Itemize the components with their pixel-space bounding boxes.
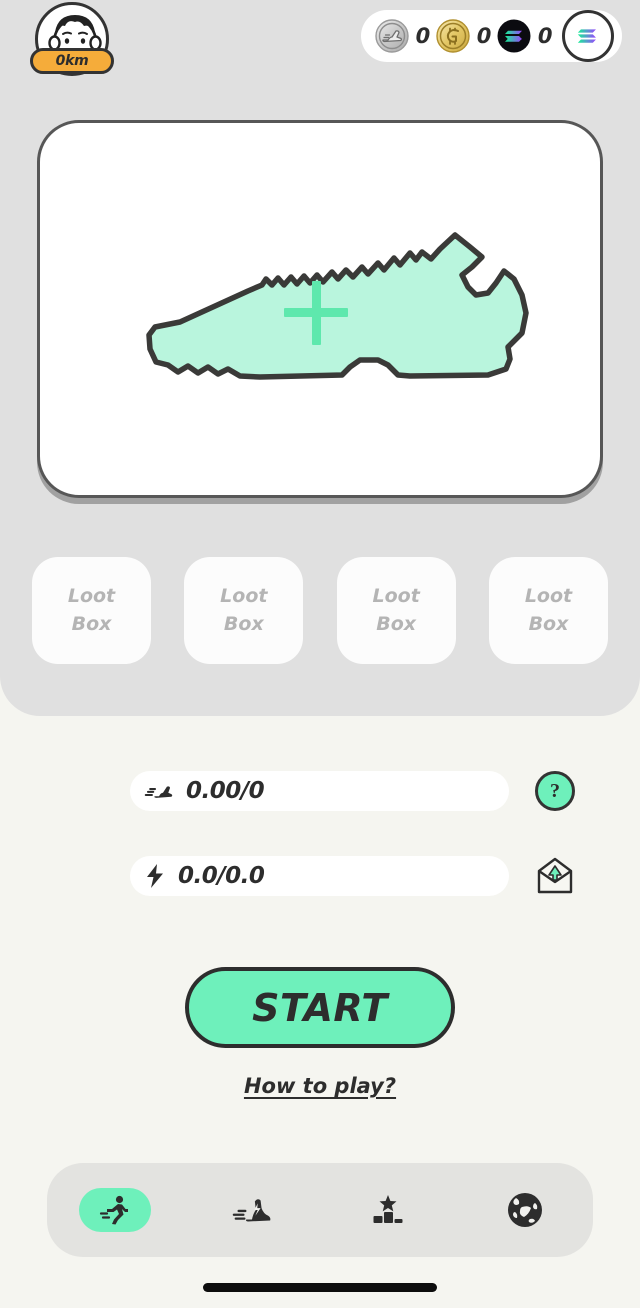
home-indicator	[203, 1283, 437, 1292]
header: 0km 0 0 0	[0, 0, 640, 88]
lootbox-row: Loot Box Loot Box Loot Box Loot Box	[32, 557, 608, 664]
lootbox-label-line1: Loot	[220, 584, 268, 607]
nav-item-leaderboard[interactable]	[320, 1163, 457, 1257]
globe-icon	[507, 1193, 542, 1227]
currency-shoe-value: 0	[415, 24, 431, 48]
energy-value: 0.0/0.0	[178, 863, 265, 889]
nav-item-sneakers[interactable]	[184, 1163, 321, 1257]
top-panel: 0km 0 0 0 Loot Box Loot Box Loot Box Loo…	[0, 0, 640, 716]
steps-stat-row: 0.00/0 ?	[0, 770, 640, 812]
steps-value: 0.00/0	[186, 778, 265, 804]
currency-gold-value: 0	[476, 24, 492, 48]
sneaker-slot-card[interactable]	[37, 120, 603, 498]
lootbox-label-line1: Loot	[67, 584, 116, 607]
nav-pill	[489, 1188, 561, 1232]
running-person-icon	[100, 1195, 129, 1225]
nav-item-run[interactable]	[47, 1163, 184, 1257]
lootbox-slot-2[interactable]: Loot Box	[184, 557, 304, 664]
open-envelope-icon	[537, 857, 573, 894]
how-to-play-link[interactable]: How to play?	[0, 1074, 640, 1098]
lightning-bolt-icon	[147, 864, 163, 888]
mail-button[interactable]	[530, 851, 580, 901]
lootbox-label-line2: Box	[528, 612, 569, 635]
lootbox-slot-4[interactable]: Loot Box	[488, 557, 608, 664]
nav-item-world[interactable]	[457, 1163, 594, 1257]
lootbox-label-line1: Loot	[372, 584, 420, 607]
sneaker-outline-icon	[110, 209, 530, 409]
currency-gold-token[interactable]: 0	[436, 19, 491, 53]
currency-bar: 0 0 0	[360, 10, 622, 62]
lootbox-slot-1[interactable]: Loot Box	[32, 557, 151, 664]
lootbox-label-line2: Box	[376, 612, 417, 635]
currency-shoe-token[interactable]: 0	[374, 19, 431, 53]
podium-star-icon	[373, 1195, 403, 1223]
currency-solana-token[interactable]: 0	[497, 19, 553, 53]
bottom-nav	[47, 1163, 593, 1257]
wallet-button[interactable]	[562, 10, 614, 62]
nav-pill	[216, 1188, 288, 1232]
lootbox-slot-3[interactable]: Loot Box	[336, 557, 456, 664]
lootbox-label-line1: Loot	[524, 584, 573, 607]
gold-coin-icon	[436, 19, 470, 53]
lootbox-label-line2: Box	[71, 612, 112, 635]
steps-pill[interactable]: 0.00/0	[130, 771, 509, 811]
energy-pill[interactable]: 0.0/0.0	[130, 856, 509, 896]
energy-stat-row: 0.0/0.0	[0, 855, 640, 897]
silver-shoe-coin-icon	[374, 19, 409, 53]
solana-logo-icon	[577, 29, 596, 43]
nav-pill	[352, 1188, 424, 1232]
help-button-wrap[interactable]: ?	[530, 766, 580, 816]
start-button[interactable]: START	[185, 967, 455, 1048]
avatar[interactable]: 0km	[30, 2, 114, 84]
lootbox-label-line2: Box	[223, 612, 264, 635]
distance-badge: 0km	[30, 48, 114, 74]
question-mark-icon[interactable]: ?	[535, 771, 575, 811]
running-shoe-icon	[144, 786, 173, 798]
nav-active-pill	[79, 1188, 152, 1232]
sneaker-speed-icon	[232, 1199, 271, 1222]
currency-solana-value: 0	[537, 24, 553, 48]
solana-coin-icon	[497, 19, 531, 53]
